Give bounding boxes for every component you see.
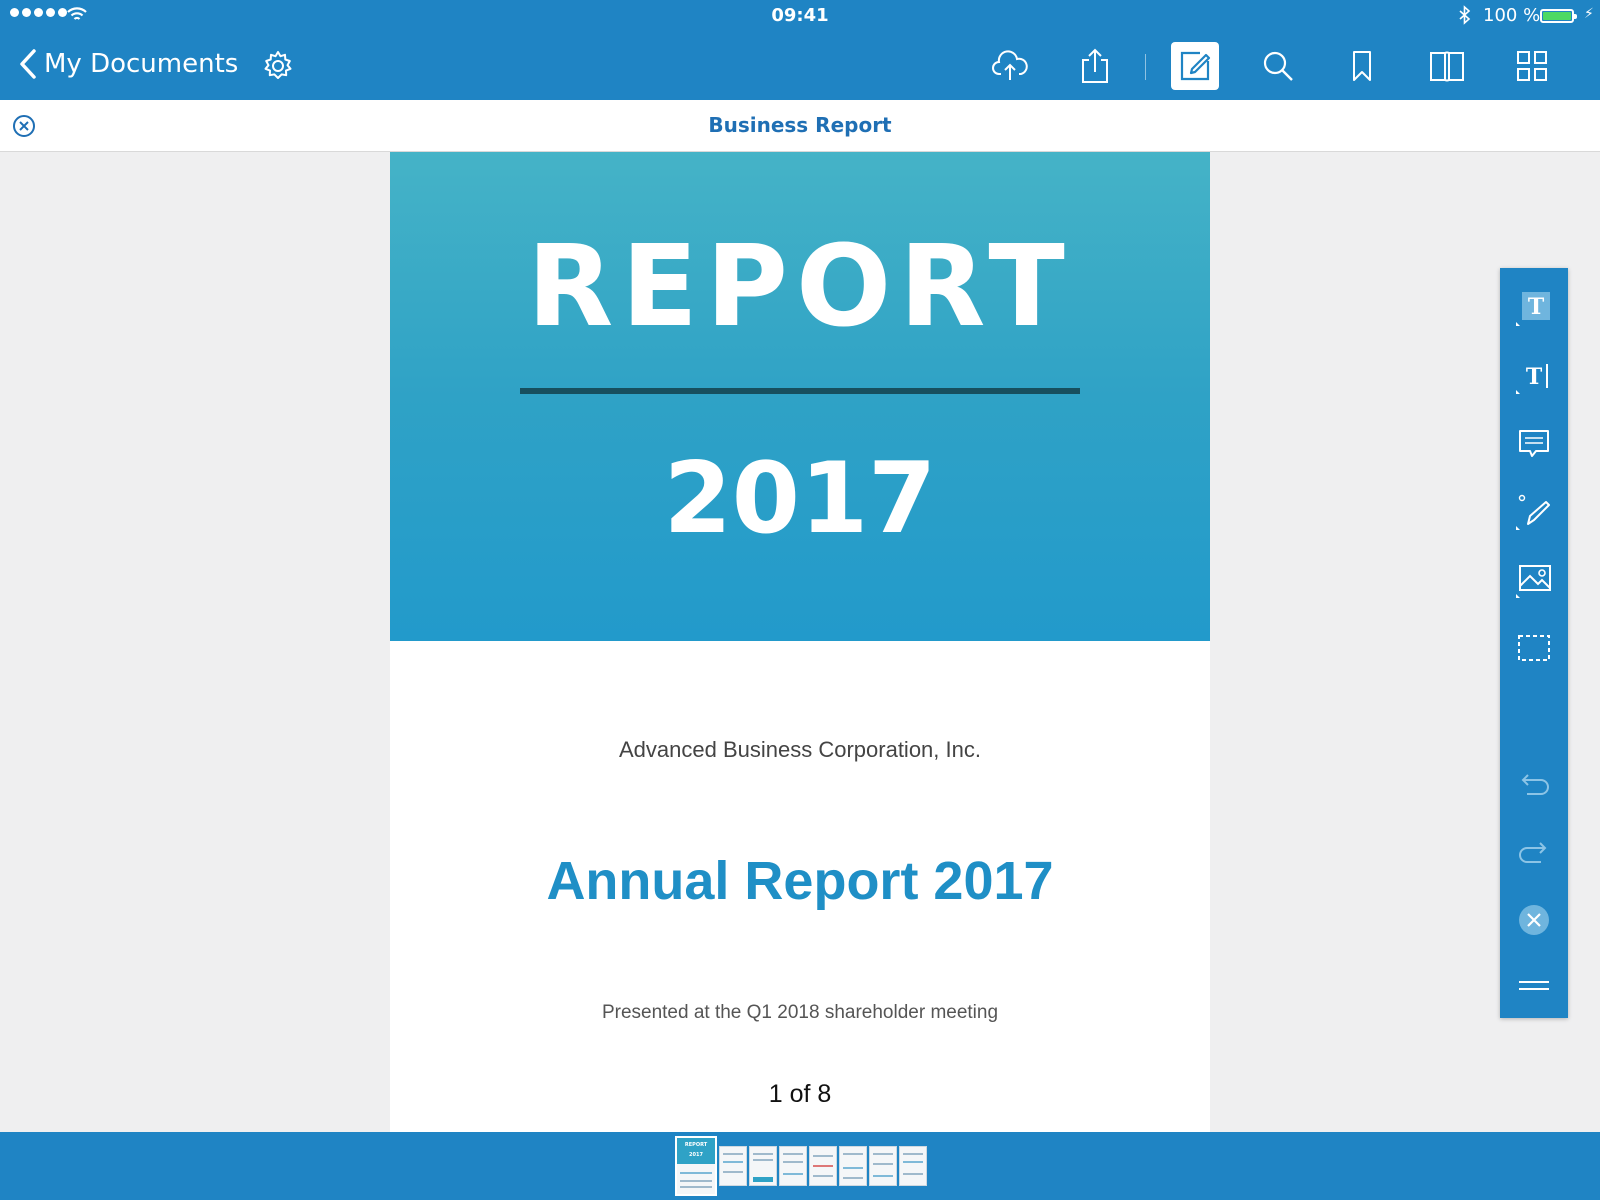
report-subtitle: Presented at the Q1 2018 shareholder mee… <box>601 1002 999 1023</box>
comment-icon <box>1519 430 1549 457</box>
cover-year: 2017 <box>663 442 937 556</box>
undo-icon <box>1521 774 1549 795</box>
report-headline: Annual Report 2017 <box>546 851 1054 911</box>
thumbnail-strip: REPORT 2017 <box>675 1136 927 1196</box>
search-icon <box>1263 51 1293 81</box>
back-chevron-icon <box>20 49 36 79</box>
text-box-icon: T <box>1516 292 1550 326</box>
redo-icon <box>1519 842 1547 863</box>
page-thumbnail[interactable] <box>869 1146 897 1186</box>
toolbar-menu-handle[interactable] <box>1512 964 1556 1008</box>
cancel-annotation-button[interactable] <box>1512 898 1556 942</box>
company-name: Advanced Business Corporation, Inc. <box>619 737 981 762</box>
cover-divider <box>520 388 1080 394</box>
document-title: Business Report <box>708 113 892 137</box>
menu-icon <box>1519 981 1549 990</box>
page-thumbnail[interactable] <box>839 1146 867 1186</box>
comment-tool[interactable] <box>1512 422 1556 466</box>
battery-percent: 100 % <box>1483 5 1541 26</box>
annotate-icon <box>1180 51 1211 81</box>
document-title-bar: Business Report <box>0 100 1600 152</box>
page-indicator: 1 of 8 <box>768 1080 832 1108</box>
cloud-upload-icon <box>992 50 1028 80</box>
share-icon <box>1082 48 1108 83</box>
page-thumbnail[interactable]: REPORT 2017 <box>675 1136 717 1196</box>
book-icon <box>1430 51 1464 82</box>
image-tool[interactable] <box>1512 558 1556 602</box>
svg-text:T: T <box>1526 364 1543 390</box>
undo-button[interactable] <box>1512 762 1556 806</box>
toolbar-separator <box>1145 54 1146 80</box>
thumbnail-year: 2017 <box>689 1152 703 1158</box>
page-thumbnail[interactable] <box>779 1146 807 1186</box>
text-box-tool[interactable]: T <box>1512 286 1556 330</box>
selection-icon <box>1518 635 1550 661</box>
image-icon <box>1516 565 1551 598</box>
thumbnail-title: REPORT <box>684 1142 708 1148</box>
selection-tool[interactable] <box>1512 626 1556 670</box>
back-button[interactable]: My Documents <box>18 48 238 80</box>
document-page[interactable]: REPORT 2017 Advanced Business Corporatio… <box>390 152 1210 1132</box>
annotate-button[interactable] <box>1171 42 1219 90</box>
page-thumbnail[interactable] <box>809 1146 837 1186</box>
status-time: 09:41 <box>771 5 829 26</box>
share-button[interactable] <box>1073 44 1117 88</box>
grid-icon <box>1517 51 1547 81</box>
battery-icon <box>1540 9 1577 23</box>
gear-icon <box>264 51 292 79</box>
back-label: My Documents <box>44 49 239 79</box>
bluetooth-icon <box>1459 5 1471 25</box>
svg-text:T: T <box>1528 294 1545 320</box>
grid-view-button[interactable] <box>1510 44 1554 88</box>
reading-mode-button[interactable] <box>1425 44 1469 88</box>
charging-icon: ⚡ <box>1584 6 1594 22</box>
pen-icon <box>1516 494 1550 530</box>
pen-tool[interactable] <box>1512 490 1556 534</box>
cover-title: REPORT <box>527 222 1073 352</box>
bookmark-icon <box>1353 51 1371 81</box>
page-thumbnail[interactable] <box>719 1146 747 1186</box>
page-thumbnail[interactable] <box>899 1146 927 1186</box>
nav-bar: My Documents <box>0 32 1600 100</box>
page-thumbnail[interactable] <box>749 1146 777 1186</box>
settings-button[interactable] <box>256 44 300 88</box>
redo-button[interactable] <box>1512 830 1556 874</box>
text-cursor-tool[interactable]: T <box>1512 354 1556 398</box>
close-circle-icon <box>1519 905 1549 935</box>
status-bar: 09:41 100 % ⚡ <box>0 0 1600 32</box>
search-button[interactable] <box>1256 44 1300 88</box>
thumbnail-bar: REPORT 2017 <box>0 1132 1600 1200</box>
annotation-toolbar: T T <box>1500 268 1568 1018</box>
cloud-upload-button[interactable] <box>988 44 1032 88</box>
bookmark-button[interactable] <box>1340 44 1384 88</box>
cover-banner: REPORT 2017 <box>390 152 1210 641</box>
text-cursor-icon: T <box>1516 364 1548 394</box>
